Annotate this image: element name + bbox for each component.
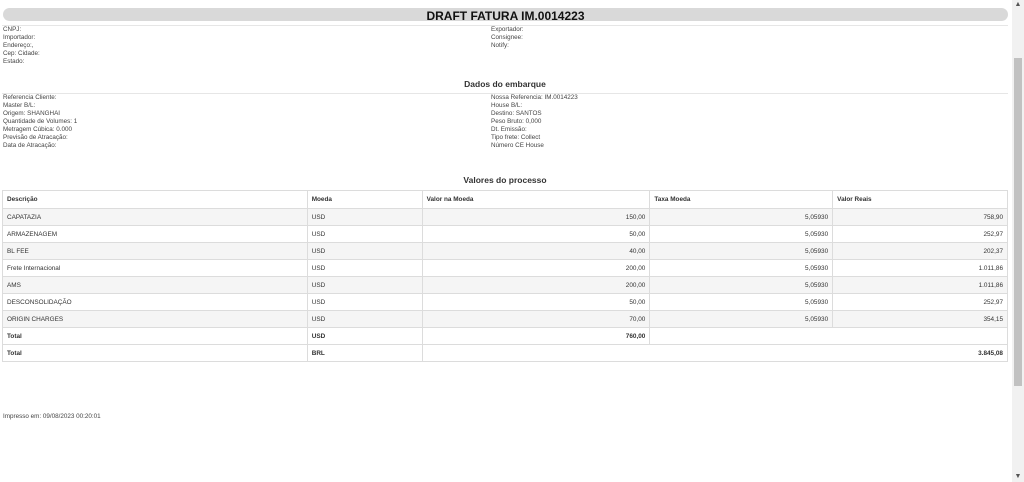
column-header-value-brl: Valor Reais [832,190,1008,209]
cell-value-currency: 50,00 [421,225,651,243]
berthing-date: Data de Atracação: [3,142,57,149]
table-row: Frete Internacional USD 200,00 5,05930 1… [2,259,1008,277]
cell-description: ORIGIN CHARGES [2,310,308,328]
table-row: ORIGIN CHARGES USD 70,00 5,05930 354,15 [2,310,1008,328]
total-brl-currency: BRL [306,344,423,362]
total-brl-label: Total [2,344,308,362]
cubic-meters: Metragem Cúbica: 0.000 [3,126,72,133]
shipment-right: Nossa Referencia: IM.0014223 House B/L: … [491,94,578,150]
column-header-currency: Moeda [306,190,423,209]
table-row: AMS USD 200,00 5,05930 1.011,86 [2,276,1008,294]
cell-currency: USD [306,293,423,311]
cell-rate: 5,05930 [649,310,834,328]
scrollbar-thumb[interactable] [1014,58,1022,386]
cell-description: AMS [2,276,308,294]
exporter-label: Exportador: [491,26,524,33]
cell-rate: 5,05930 [649,208,834,226]
cell-value-brl: 1.011,86 [832,276,1008,294]
our-reference: Nossa Referencia: IM.0014223 [491,94,578,101]
cell-value-brl: 202,37 [832,242,1008,260]
party-right: Exportador: Consignee: Notify: [491,26,524,50]
table-row: CAPATAZIA USD 150,00 5,05930 758,90 [2,208,1008,226]
cell-rate: 5,05930 [649,276,834,294]
values-section-title: Valores do processo [463,175,547,185]
table-header-row: Descrição Moeda Valor na Moeda Taxa Moed… [2,190,1008,209]
cell-description: DESCONSOLIDAÇÃO [2,293,308,311]
column-header-value-currency: Valor na Moeda [421,190,651,209]
importer-label: Importador: [3,34,36,41]
berthing-forecast: Previsão de Atracação: [3,134,68,141]
total-usd-value: 760,00 [421,327,651,345]
house-bl: House B/L: [491,102,523,109]
cell-value-currency: 50,00 [421,293,651,311]
client-reference: Referencia Cliente: [3,94,57,101]
title-bar: DRAFT FATURA IM.0014223 [3,8,1008,23]
master-bl: Master B/L: [3,102,36,109]
column-header-description: Descrição [2,190,308,209]
cell-value-currency: 70,00 [421,310,651,328]
total-brl-value: 3.845,08 [421,344,1009,362]
cell-currency: USD [306,225,423,243]
printed-timestamp: Impresso em: 09/08/2023 00:20:01 [3,413,101,420]
volume-quantity: Quantidade de Volumes: 1 [3,118,78,125]
scroll-down-icon[interactable]: ▼ [1012,472,1024,482]
house-ce-number: Número CE House [491,142,544,149]
cell-currency: USD [306,259,423,277]
cell-value-currency: 40,00 [421,242,651,260]
cell-rate: 5,05930 [649,225,834,243]
total-usd-label: Total [2,327,308,345]
cell-value-brl: 758,90 [832,208,1008,226]
cell-description: CAPATAZIA [2,208,308,226]
cell-value-brl: 1.011,86 [832,259,1008,277]
shipment-section-title: Dados do embarque [464,79,546,89]
cell-value-currency: 200,00 [421,259,651,277]
origin: Origem: SHANGHAI [3,110,61,117]
cell-value-currency: 200,00 [421,276,651,294]
cell-description: Frete Internacional [2,259,308,277]
total-usd-row: Total USD 760,00 [2,327,1008,345]
shipment-left: Referencia Cliente: Master B/L: Origem: … [3,94,77,150]
party-left: CNPJ: Importador: Endereço:, Cep: Cidade… [3,26,40,66]
notify-label: Notify: [491,42,509,49]
cell-rate: 5,05930 [649,293,834,311]
cell-currency: USD [306,276,423,294]
table-row: DESCONSOLIDAÇÃO USD 50,00 5,05930 252,97 [2,293,1008,311]
cell-value-brl: 252,97 [832,225,1008,243]
cell-rate: 5,05930 [649,259,834,277]
vertical-scrollbar[interactable]: ▲ ▼ [1012,0,1024,482]
total-usd-currency: USD [306,327,423,345]
invoice-title: DRAFT FATURA IM.0014223 [426,9,585,23]
cell-value-brl: 354,15 [832,310,1008,328]
issue-date: Dt. Emissão: [491,126,527,133]
scroll-up-icon[interactable]: ▲ [1012,0,1024,10]
invoice-page: DRAFT FATURA IM.0014223 CNPJ: Importador… [0,0,1012,482]
cell-currency: USD [306,310,423,328]
state-label: Estado: [3,58,25,65]
cell-rate: 5,05930 [649,242,834,260]
cnpj-label: CNPJ: [3,26,22,33]
freight-type: Tipo frete: Collect [491,134,541,141]
table-row: ARMAZENAGEM USD 50,00 5,05930 252,97 [2,225,1008,243]
column-header-rate: Taxa Moeda [649,190,834,209]
cell-currency: USD [306,242,423,260]
total-brl-row: Total BRL 3.845,08 [2,344,1009,362]
cell-description: ARMAZENAGEM [2,225,308,243]
values-table: Descrição Moeda Valor na Moeda Taxa Moed… [2,190,1009,362]
consignee-label: Consignee: [491,34,523,41]
cell-description: BL FEE [2,242,308,260]
cell-value-currency: 150,00 [421,208,651,226]
address-label: Endereço:, [3,42,34,49]
destination: Destino: SANTOS [491,110,542,117]
gross-weight: Peso Bruto: 0,000 [491,118,542,125]
cell-value-brl: 252,97 [832,293,1008,311]
zip-city-label: Cep: Cidade: [3,50,40,57]
total-usd-empty [649,327,1008,345]
cell-currency: USD [306,208,423,226]
table-row: BL FEE USD 40,00 5,05930 202,37 [2,242,1008,260]
